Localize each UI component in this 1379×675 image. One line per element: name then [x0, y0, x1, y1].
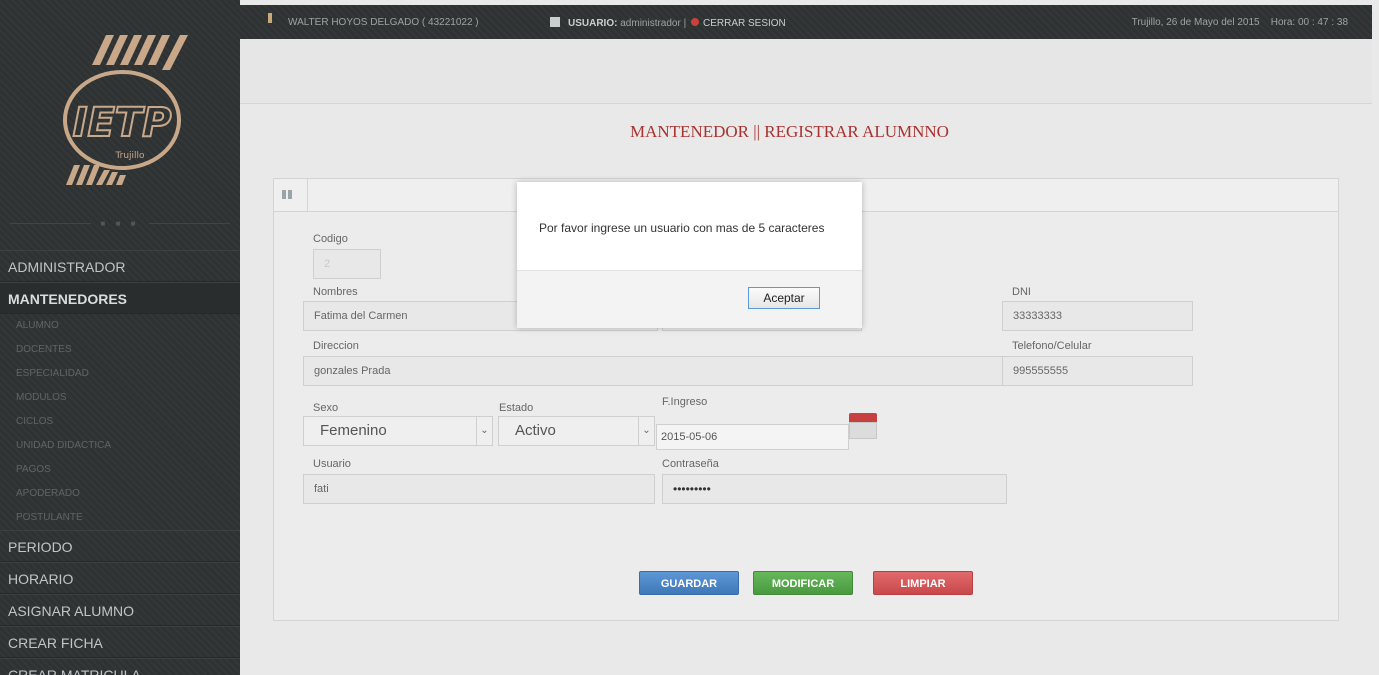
institution-logo: IETP Trujillo	[30, 30, 210, 195]
logo-divider: ■ ■ ■	[0, 218, 240, 228]
direccion-label: Direccion	[313, 340, 359, 352]
sidebar-item-mantenedores[interactable]: MANTENEDORES	[0, 282, 240, 314]
nombres-label: Nombres	[313, 286, 358, 298]
estado-label: Estado	[499, 402, 534, 414]
contrasena-field[interactable]: •••••••••	[662, 474, 1007, 504]
logout-link[interactable]: CERRAR SESION	[703, 18, 786, 29]
fingreso-field[interactable]: 2015-05-06	[656, 424, 849, 450]
logout-icon[interactable]	[690, 18, 699, 26]
usuario-field-label: Usuario	[313, 458, 351, 470]
sexo-select[interactable]: Femenino ⌄	[303, 416, 493, 446]
estado-selected: Activo	[515, 422, 556, 439]
sidebar-item-horario[interactable]: HORARIO	[0, 562, 240, 594]
direccion-field[interactable]: gonzales Prada	[303, 356, 1007, 386]
main-header-strip	[240, 39, 1372, 104]
sidebar: IETP Trujillo ■ ■ ■ ADMINISTRADOR MANTEN…	[0, 0, 240, 675]
sidebar-item-crear-matricula[interactable]: CREAR MATRICULA	[0, 658, 240, 675]
aceptar-button[interactable]: Aceptar	[748, 287, 820, 309]
page-title: MANTENEDOR || REGISTRAR ALUMNNO	[630, 122, 949, 141]
datetime: Trujillo, 26 de Mayo del 2015 Hora: 00 :…	[1131, 17, 1348, 28]
dni-label: DNI	[1012, 286, 1031, 298]
submenu-item-modulos[interactable]: MODULOS	[0, 386, 240, 410]
alert-message: Por favor ingrese un usuario con mas de …	[539, 221, 825, 235]
estado-select[interactable]: Activo ⌄	[498, 416, 655, 446]
header-separator	[307, 179, 308, 212]
submenu-item-alumno[interactable]: ALUMNO	[0, 314, 240, 338]
sidebar-item-crear-ficha[interactable]: CREAR FICHA	[0, 626, 240, 658]
chevron-down-icon: ⌄	[476, 417, 492, 445]
submenu-item-especialidad[interactable]: ESPECIALIDAD	[0, 362, 240, 386]
usuario-label: USUARIO:	[568, 18, 618, 29]
submenu-item-ciclos[interactable]: CICLOS	[0, 410, 240, 434]
top-bar: WALTER HOYOS DELGADO ( 43221022 ) USUARI…	[240, 5, 1372, 39]
limpiar-button[interactable]: LIMPIAR	[873, 571, 973, 595]
alert-footer: Aceptar	[517, 270, 862, 328]
divider-dots: ■ ■ ■	[100, 218, 140, 228]
logged-user-name: WALTER HOYOS DELGADO ( 43221022 )	[288, 17, 479, 28]
codigo-field: 2	[313, 249, 381, 279]
fingreso-label: F.Ingreso	[662, 396, 708, 408]
grid-icon	[282, 190, 292, 199]
logo-letters: IETP	[73, 100, 172, 146]
calendar-icon[interactable]	[849, 413, 877, 439]
sidebar-item-asignar-alumno[interactable]: ASIGNAR ALUMNO	[0, 594, 240, 626]
alert-dialog: Por favor ingrese un usuario con mas de …	[517, 182, 862, 328]
account-icon	[550, 17, 560, 27]
submenu-item-postulante[interactable]: POSTULANTE	[0, 506, 240, 530]
sexo-selected: Femenino	[320, 422, 387, 439]
sidebar-item-periodo[interactable]: PERIODO	[0, 530, 240, 562]
user-icon	[268, 13, 272, 23]
chevron-down-icon: ⌄	[638, 417, 654, 445]
sexo-label: Sexo	[313, 402, 339, 414]
usuario-field[interactable]: fati	[303, 474, 655, 504]
guardar-button[interactable]: GUARDAR	[639, 571, 739, 595]
codigo-label: Codigo	[313, 233, 348, 245]
sidebar-menu: ADMINISTRADOR MANTENEDORES ALUMNO DOCENT…	[0, 250, 240, 675]
modificar-button[interactable]: MODIFICAR	[753, 571, 853, 595]
submenu-item-unidad-didactica[interactable]: UNIDAD DIDACTICA	[0, 434, 240, 458]
usuario-value: administrador |	[620, 18, 687, 29]
telefono-label: Telefono/Celular	[1012, 340, 1092, 352]
submenu-item-apoderado[interactable]: APODERADO	[0, 482, 240, 506]
usuario-info: USUARIO: administrador | CERRAR SESION	[550, 17, 786, 29]
telefono-field[interactable]: 995555555	[1002, 356, 1193, 386]
logo-city: Trujillo	[114, 151, 145, 161]
sidebar-item-administrador[interactable]: ADMINISTRADOR	[0, 250, 240, 282]
contrasena-label: Contraseña	[662, 458, 719, 470]
submenu-item-docentes[interactable]: DOCENTES	[0, 338, 240, 362]
submenu-item-pagos[interactable]: PAGOS	[0, 458, 240, 482]
dni-field[interactable]: 33333333	[1002, 301, 1193, 331]
